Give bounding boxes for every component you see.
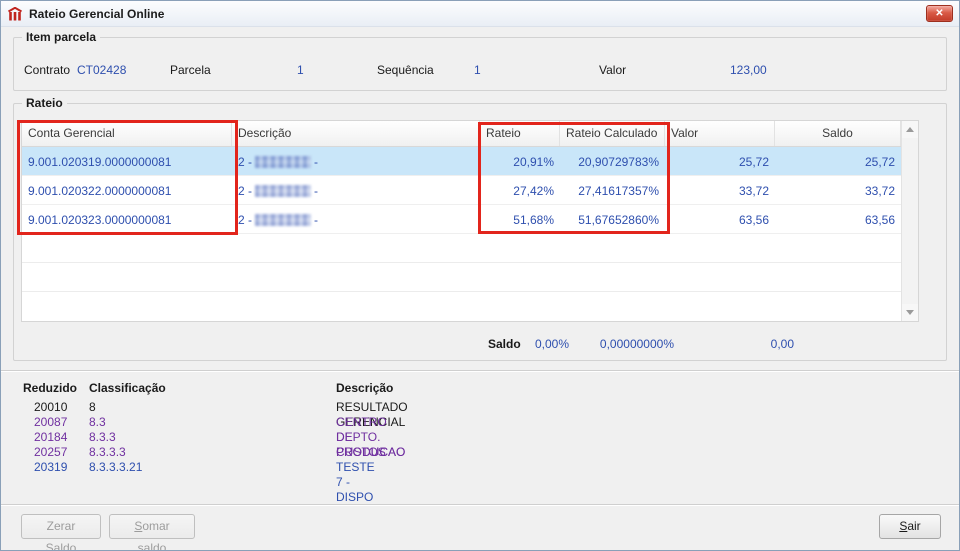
empty-row: [22, 263, 901, 292]
redacted-text: [255, 156, 312, 168]
cell-saldo: 63,56: [864, 213, 895, 227]
window-title: Rateio Gerencial Online: [29, 6, 165, 21]
descricao-suffix: -: [314, 155, 319, 169]
classificacao-value: 8.3: [89, 415, 106, 429]
empty-row: [22, 234, 901, 263]
classificacao-value: 8.3.3.3: [89, 445, 126, 459]
rateio-grid: Conta Gerencial Descrição Rateio Rateio …: [21, 120, 919, 322]
table-row[interactable]: 9.001.020319.0000000081 2 - - 20,91% 20,9…: [22, 147, 901, 176]
zerar-saldo-button[interactable]: Zerar Saldo: [21, 514, 101, 550]
reduzido-value: 20257: [34, 445, 68, 459]
cell-valor: 33,72: [738, 184, 769, 198]
saldo-footer-rateio-calculado: 0,00000000%: [599, 337, 674, 351]
cell-descricao: 2 - -: [232, 176, 480, 204]
contrato-value: CT02428: [77, 63, 127, 77]
arrow-up-icon: [906, 127, 914, 132]
arrow-down-icon: [906, 310, 914, 315]
classification-header-descricao: Descrição: [336, 381, 394, 395]
parcela-value: 1: [297, 63, 304, 77]
separator: [1, 370, 959, 372]
classificacao-value: 8.3.3.3.21: [89, 460, 143, 474]
classificacao-value: 8: [89, 400, 96, 414]
somar-saldo-label: Somar saldo: [134, 519, 170, 551]
sair-label: Sair: [899, 519, 921, 533]
valor-label: Valor: [599, 63, 627, 77]
rateio-title: Rateio: [22, 96, 67, 110]
header-valor[interactable]: Valor: [665, 121, 775, 146]
redacted-text: [255, 185, 312, 197]
header-rateio-calculado[interactable]: Rateio Calculado: [560, 121, 665, 146]
parcela-label: Parcela: [170, 63, 211, 77]
cell-saldo: 33,72: [864, 184, 895, 198]
cell-rateio-calculado: 27,41617357%: [578, 184, 659, 198]
cell-descricao: 2 - -: [232, 205, 480, 233]
descricao-value: TESTE 7 - DISPO: [336, 460, 375, 504]
rateio-groupbox: Rateio Conta Gerencial Descrição Rateio …: [13, 96, 947, 361]
reduzido-value: 20319: [34, 460, 68, 474]
reduzido-value: 20010: [34, 400, 68, 414]
descricao-prefix: 2 -: [238, 213, 253, 227]
scroll-down-button[interactable]: [902, 304, 918, 321]
separator: [1, 504, 959, 506]
valor-value: 123,00: [730, 63, 767, 77]
header-rateio[interactable]: Rateio: [480, 121, 560, 146]
descricao-prefix: 2 -: [238, 184, 253, 198]
reduzido-value: 20087: [34, 415, 68, 429]
cell-rateio: 20,91%: [513, 155, 554, 169]
saldo-footer-valor: 0,00: [770, 337, 794, 351]
saldo-footer-rateio: 0,00%: [534, 337, 569, 351]
zerar-saldo-label: Zerar Saldo: [45, 519, 77, 551]
cell-valor: 63,56: [738, 213, 769, 227]
descricao-suffix: -: [314, 213, 319, 227]
sequencia-label: Sequência: [377, 63, 434, 77]
descricao-value: PRODUCAO: [336, 445, 406, 459]
cell-saldo: 25,72: [864, 155, 895, 169]
header-descricao[interactable]: Descrição: [232, 121, 480, 146]
header-saldo[interactable]: Saldo: [775, 121, 901, 146]
classificacao-value: 8.3.3: [89, 430, 116, 444]
cell-conta: 9.001.020322.0000000081: [28, 184, 172, 198]
classification-header-reduzido: Reduzido: [23, 381, 77, 395]
descricao-suffix: -: [314, 184, 319, 198]
grid-header: Conta Gerencial Descrição Rateio Rateio …: [22, 121, 901, 147]
item-parcela-title: Item parcela: [22, 30, 101, 44]
table-row[interactable]: 9.001.020322.0000000081 2 - - 27,42% 27,4…: [22, 176, 901, 205]
app-icon: [7, 6, 23, 22]
cell-descricao: 2 - -: [232, 147, 480, 175]
item-parcela-groupbox: Item parcela Contrato CT02428 Parcela 1 …: [13, 30, 947, 91]
cell-conta: 9.001.020323.0000000081: [28, 213, 172, 227]
sequencia-value: 1: [474, 63, 481, 77]
somar-saldo-button[interactable]: Somar saldo: [109, 514, 195, 550]
close-button[interactable]: ✕: [926, 5, 953, 22]
cell-rateio-calculado: 20,90729783%: [578, 155, 659, 169]
contrato-label: Contrato: [24, 63, 71, 77]
cell-rateio: 51,68%: [513, 213, 554, 227]
redacted-text: [255, 214, 312, 226]
cell-conta: 9.001.020319.0000000081: [28, 155, 172, 169]
cell-rateio-calculado: 51,67652860%: [578, 213, 659, 227]
descricao-prefix: 2 -: [238, 155, 253, 169]
classification-header-classificacao: Classificação: [89, 381, 166, 395]
vertical-scrollbar[interactable]: [901, 121, 918, 321]
titlebar: Rateio Gerencial Online ✕: [1, 1, 959, 27]
reduzido-value: 20184: [34, 430, 68, 444]
scroll-up-button[interactable]: [902, 121, 918, 138]
cell-rateio: 27,42%: [513, 184, 554, 198]
header-conta-gerencial[interactable]: Conta Gerencial: [22, 121, 232, 146]
scrollbar-track[interactable]: [902, 138, 918, 304]
dialog-window: Rateio Gerencial Online ✕ Item parcela C…: [0, 0, 960, 551]
sair-button[interactable]: Sair: [879, 514, 941, 539]
cell-valor: 25,72: [738, 155, 769, 169]
table-row[interactable]: 9.001.020323.0000000081 2 - - 51,68% 51,6…: [22, 205, 901, 234]
